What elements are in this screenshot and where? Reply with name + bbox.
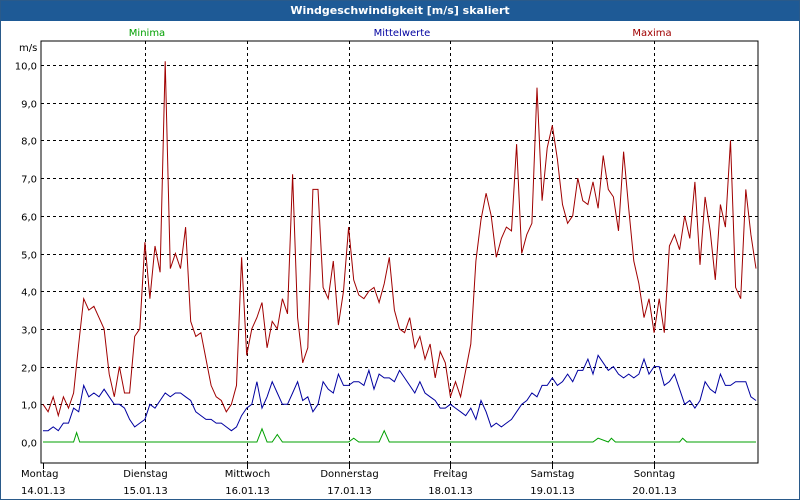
- window-title: Windgeschwindigkeit [m/s] skaliert: [1, 1, 799, 21]
- x-tick-label-date: 15.01.13: [123, 486, 168, 497]
- x-tick-label-date: 16.01.13: [225, 486, 270, 497]
- series-line: [43, 427, 756, 443]
- legend-entry: Maxima: [632, 28, 671, 39]
- plot-border: [40, 40, 759, 464]
- y-tick-label: 0,0: [21, 439, 37, 450]
- y-axis-label: m/s: [19, 43, 37, 54]
- x-tick-label-day: Sonntag: [634, 469, 676, 480]
- legend-entry: Mittelwerte: [374, 28, 431, 39]
- x-tick-label-date: 18.01.13: [428, 486, 473, 497]
- y-tick-label: 5,0: [21, 251, 37, 262]
- y-tick-label: 6,0: [21, 213, 37, 224]
- y-tick-label: 8,0: [21, 137, 37, 148]
- y-tick-label: 4,0: [21, 288, 37, 299]
- x-tick-label-day: Freitag: [433, 469, 467, 480]
- y-tick-label: 3,0: [21, 326, 37, 337]
- x-tick-label-day: Mittwoch: [225, 469, 270, 480]
- x-tick-label-day: Donnerstag: [320, 469, 378, 480]
- x-tick-label-date: 14.01.13: [21, 486, 66, 497]
- series-line: [43, 354, 757, 432]
- x-tick-label-day: Samstag: [531, 469, 575, 480]
- y-tick-label: 10,0: [15, 62, 37, 73]
- legend-entry: Minima: [129, 28, 165, 39]
- series-line: [42, 61, 757, 418]
- x-tick-label-date: 17.01.13: [327, 486, 372, 497]
- chart-window: Windgeschwindigkeit [m/s] skaliert 0,0 1,…: [0, 0, 800, 500]
- y-tick-label: 2,0: [21, 364, 37, 375]
- wind-speed-chart: 0,0 1,0 2,0 3,0 4,0 5,0 6,0 7,0 8,0 9,0 10,0 m/s Mon…: [15, 28, 759, 497]
- y-tick-label: 9,0: [21, 100, 37, 111]
- y-tick-label: 7,0: [21, 175, 37, 186]
- y-tick-label: 1,0: [21, 401, 37, 412]
- x-tick-label-day: Montag: [21, 469, 58, 480]
- x-tick-label-date: 20.01.13: [632, 486, 677, 497]
- x-tick-label-day: Dienstag: [123, 469, 168, 480]
- x-tick-label-date: 19.01.13: [530, 486, 575, 497]
